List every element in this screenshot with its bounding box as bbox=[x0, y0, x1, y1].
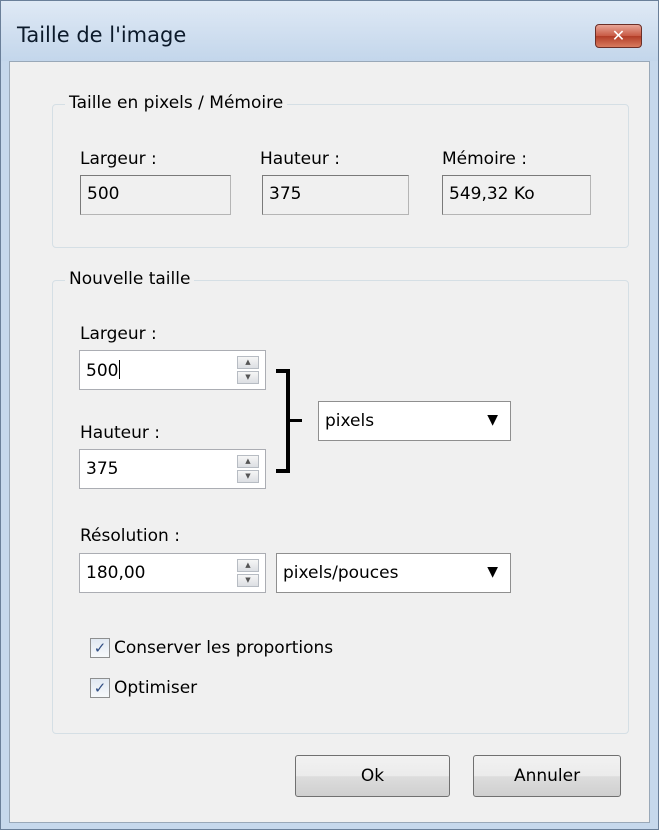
chevron-down-icon: ▼ bbox=[487, 564, 498, 580]
spin-up-icon[interactable]: ▲ bbox=[237, 455, 259, 468]
current-width-label: Largeur : bbox=[80, 149, 157, 169]
new-height-value: 375 bbox=[86, 459, 119, 479]
unit-select-value: pixels bbox=[325, 411, 375, 431]
resolution-unit-value: pixels/pouces bbox=[283, 563, 399, 583]
unit-select[interactable]: pixels ▼ bbox=[318, 401, 511, 441]
spin-down-icon[interactable]: ▼ bbox=[237, 574, 259, 587]
new-height-label: Hauteur : bbox=[80, 423, 160, 443]
window-title: Taille de l'image bbox=[17, 23, 187, 47]
memory-label: Mémoire : bbox=[442, 149, 528, 169]
optimize-label[interactable]: Optimiser bbox=[114, 678, 197, 698]
resolution-spinner[interactable]: ▲ ▼ bbox=[237, 559, 259, 587]
pixel-size-group: Taille en pixels / Mémoire Largeur : 500… bbox=[52, 93, 629, 248]
new-width-value: 500 bbox=[86, 361, 119, 381]
resolution-input[interactable]: 180,00 ▲ ▼ bbox=[79, 553, 266, 593]
spin-down-icon[interactable]: ▼ bbox=[237, 470, 259, 483]
resolution-label: Résolution : bbox=[80, 526, 180, 546]
new-height-input[interactable]: 375 ▲ ▼ bbox=[79, 449, 266, 489]
text-caret bbox=[119, 360, 121, 379]
pixel-size-group-title: Taille en pixels / Mémoire bbox=[65, 93, 288, 113]
current-width-value: 500 bbox=[87, 184, 120, 204]
close-button[interactable]: ✕ bbox=[595, 24, 642, 48]
spin-up-icon[interactable]: ▲ bbox=[237, 356, 259, 369]
current-width-field: 500 bbox=[80, 175, 231, 215]
memory-value: 549,32 Ko bbox=[449, 184, 535, 204]
current-height-field: 375 bbox=[262, 175, 409, 215]
dialog-client-area: Taille en pixels / Mémoire Largeur : 500… bbox=[9, 61, 650, 823]
cancel-button[interactable]: Annuler bbox=[473, 755, 621, 797]
dialog-window: Taille de l'image ✕ Taille en pixels / M… bbox=[0, 0, 659, 830]
new-width-spinner[interactable]: ▲ ▼ bbox=[237, 356, 259, 384]
spin-up-icon[interactable]: ▲ bbox=[237, 559, 259, 572]
current-height-label: Hauteur : bbox=[260, 149, 340, 169]
ok-button[interactable]: Ok bbox=[295, 755, 450, 797]
check-icon: ✓ bbox=[93, 679, 107, 697]
resolution-unit-select[interactable]: pixels/pouces ▼ bbox=[276, 553, 511, 593]
new-width-input[interactable]: 500 ▲ ▼ bbox=[79, 350, 266, 390]
current-height-value: 375 bbox=[269, 184, 302, 204]
keep-proportions-label[interactable]: Conserver les proportions bbox=[114, 638, 333, 658]
new-width-label: Largeur : bbox=[80, 324, 157, 344]
new-size-group: Nouvelle taille Largeur : 500 ▲ ▼ Hauteu… bbox=[52, 269, 629, 734]
keep-proportions-checkbox[interactable]: ✓ bbox=[90, 638, 110, 658]
resolution-value: 180,00 bbox=[86, 563, 146, 583]
title-bar[interactable]: Taille de l'image ✕ bbox=[1, 1, 658, 61]
new-height-spinner[interactable]: ▲ ▼ bbox=[237, 455, 259, 483]
memory-field: 549,32 Ko bbox=[442, 175, 591, 215]
optimize-checkbox[interactable]: ✓ bbox=[90, 678, 110, 698]
check-icon: ✓ bbox=[93, 639, 107, 657]
chevron-down-icon: ▼ bbox=[487, 412, 498, 428]
spin-down-icon[interactable]: ▼ bbox=[237, 371, 259, 384]
close-icon: ✕ bbox=[611, 26, 626, 45]
new-size-group-title: Nouvelle taille bbox=[65, 269, 195, 289]
